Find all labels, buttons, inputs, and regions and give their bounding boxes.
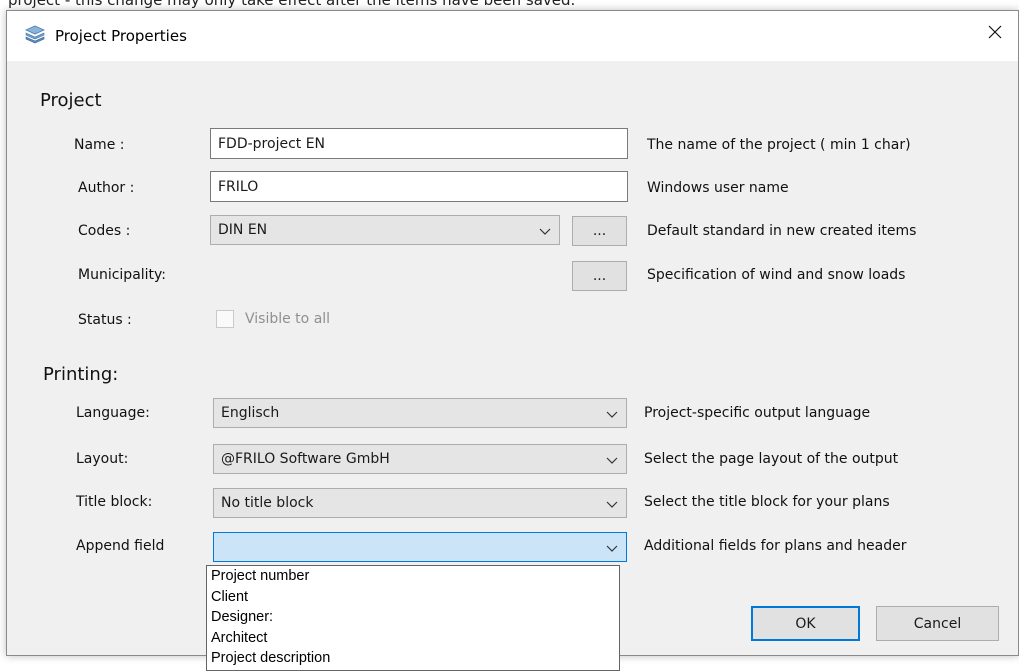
name-description: The name of the project ( min 1 char) [647, 137, 911, 153]
codes-value: DIN EN [218, 222, 268, 238]
title-block-description: Select the title block for your plans [644, 494, 890, 510]
author-input[interactable]: FRILO [210, 171, 628, 202]
codes-select[interactable]: DIN EN [210, 215, 560, 245]
append-field-select[interactable] [213, 532, 627, 562]
append-field-dropdown-list: Project number Client Designer: Architec… [206, 565, 620, 671]
municipality-browse-button[interactable]: ... [572, 261, 627, 291]
dropdown-option-project-number[interactable]: Project number [207, 566, 619, 587]
title-bar: Project Properties [7, 11, 1018, 61]
language-select[interactable]: Englisch [213, 398, 627, 428]
chevron-down-icon [606, 408, 618, 418]
chevron-down-icon [606, 542, 618, 552]
project-properties-dialog: Project Properties Project Name : FDD-pr… [6, 10, 1019, 656]
chevron-down-icon [539, 225, 551, 235]
layout-select[interactable]: @FRILO Software GmbH [213, 444, 627, 474]
project-section-title: Project [40, 90, 102, 111]
visible-to-all-checkbox[interactable] [216, 310, 234, 328]
dropdown-option-designer[interactable]: Designer: [207, 607, 619, 628]
layout-value: @FRILO Software GmbH [221, 451, 390, 467]
codes-browse-button[interactable]: ... [572, 216, 627, 246]
status-label: Status : [78, 312, 132, 328]
municipality-description: Specification of wind and snow loads [647, 267, 906, 283]
title-block-select[interactable]: No title block [213, 488, 627, 518]
name-label: Name : [74, 137, 125, 153]
close-button[interactable] [972, 11, 1018, 57]
dropdown-option-architect[interactable]: Architect [207, 628, 619, 649]
chevron-down-icon [606, 498, 618, 508]
author-label: Author : [78, 180, 135, 196]
close-icon [987, 24, 1003, 44]
codes-description: Default standard in new created items [647, 223, 917, 239]
window-title: Project Properties [55, 27, 187, 45]
language-label: Language: [76, 405, 150, 421]
app-icon [25, 25, 45, 45]
dropdown-option-project-description[interactable]: Project description [207, 648, 619, 669]
chevron-down-icon [606, 454, 618, 464]
layout-description: Select the page layout of the output [644, 451, 899, 467]
printing-section-title: Printing: [43, 364, 119, 385]
codes-label: Codes : [78, 223, 131, 239]
cancel-button[interactable]: Cancel [876, 606, 999, 641]
visible-to-all-label: Visible to all [245, 311, 331, 327]
title-block-value: No title block [221, 495, 314, 511]
dropdown-option-client[interactable]: Client [207, 587, 619, 608]
append-field-description: Additional fields for plans and header [644, 538, 907, 554]
language-value: Englisch [221, 405, 280, 421]
background-note-text: project - this change may only take effe… [8, 0, 576, 9]
municipality-label: Municipality: [78, 267, 167, 283]
append-field-label: Append field [76, 538, 165, 554]
language-description: Project-specific output language [644, 405, 871, 421]
ok-button[interactable]: OK [751, 606, 860, 641]
layout-label: Layout: [76, 451, 129, 467]
name-input[interactable]: FDD-project EN [210, 128, 628, 159]
author-description: Windows user name [647, 180, 789, 196]
title-block-label: Title block: [76, 494, 153, 510]
